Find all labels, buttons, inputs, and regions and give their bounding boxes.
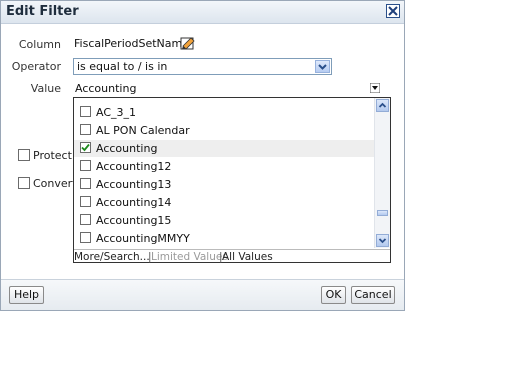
column-value: FiscalPeriodSetName bbox=[74, 37, 189, 50]
dialog-titlebar: Edit Filter bbox=[1, 1, 404, 24]
value-list-scrollbar[interactable] bbox=[374, 98, 390, 248]
list-item-selected[interactable]: Accounting bbox=[74, 140, 376, 157]
protect-label: Protect bbox=[33, 149, 72, 162]
item-checkbox[interactable] bbox=[80, 196, 91, 207]
value-list[interactable]: AC_3_1 AL PON Calendar Accounting Accoun… bbox=[74, 98, 376, 248]
scroll-down-button[interactable] bbox=[376, 234, 389, 247]
scroll-up-button[interactable] bbox=[376, 99, 389, 112]
item-checkbox[interactable] bbox=[80, 178, 91, 189]
list-item[interactable]: AL PON Calendar bbox=[74, 122, 376, 139]
cancel-button[interactable]: Cancel bbox=[351, 286, 395, 304]
list-item[interactable]: Accounting13 bbox=[74, 176, 376, 193]
item-checkbox-checked[interactable] bbox=[80, 142, 91, 153]
list-item[interactable]: Accounting12 bbox=[74, 158, 376, 175]
list-item[interactable]: AC_3_1 bbox=[74, 104, 376, 121]
list-item[interactable]: Accounting14 bbox=[74, 194, 376, 211]
dialog-button-bar: Help OK Cancel bbox=[1, 279, 404, 310]
item-checkbox[interactable] bbox=[80, 160, 91, 171]
close-icon bbox=[388, 6, 398, 16]
convert-label: Convert bbox=[33, 177, 77, 190]
value-label: Value bbox=[30, 82, 61, 95]
item-checkbox[interactable] bbox=[80, 232, 91, 243]
dialog-title: Edit Filter bbox=[6, 4, 79, 19]
item-label: Accounting13 bbox=[96, 178, 172, 191]
list-item[interactable]: AccountingMMYY bbox=[74, 230, 376, 247]
more-search-link[interactable]: More/Search... bbox=[74, 251, 150, 263]
edit-column-icon[interactable] bbox=[180, 36, 196, 50]
checkmark-icon bbox=[81, 143, 90, 152]
operator-select[interactable]: is equal to / is in bbox=[73, 58, 332, 75]
item-label: AL PON Calendar bbox=[96, 124, 190, 137]
item-checkbox[interactable] bbox=[80, 124, 91, 135]
item-label: Accounting14 bbox=[96, 196, 172, 209]
limited-values-link: Limited Values bbox=[151, 251, 228, 263]
list-item[interactable]: Accounting15 bbox=[74, 212, 376, 229]
all-values-link[interactable]: All Values bbox=[222, 251, 273, 263]
chevron-down-icon bbox=[318, 64, 327, 70]
value-field[interactable]: Accounting bbox=[73, 81, 382, 98]
value-dropdown-popup: AC_3_1 AL PON Calendar Accounting Accoun… bbox=[73, 97, 391, 263]
chevron-up-icon bbox=[378, 102, 387, 108]
column-label: Column bbox=[18, 38, 61, 51]
item-label: AC_3_1 bbox=[96, 106, 137, 119]
operator-value: is equal to / is in bbox=[77, 60, 168, 73]
item-label: Accounting12 bbox=[96, 160, 172, 173]
item-label: Accounting bbox=[96, 142, 158, 155]
value-text: Accounting bbox=[75, 82, 137, 95]
convert-checkbox[interactable] bbox=[18, 177, 30, 189]
scroll-thumb[interactable] bbox=[377, 210, 388, 216]
ok-button[interactable]: OK bbox=[321, 286, 346, 304]
item-checkbox[interactable] bbox=[80, 214, 91, 225]
close-button[interactable] bbox=[386, 4, 400, 18]
chevron-down-icon bbox=[378, 238, 387, 244]
item-label: Accounting15 bbox=[96, 214, 172, 227]
help-button[interactable]: Help bbox=[9, 286, 44, 304]
item-checkbox[interactable] bbox=[80, 106, 91, 117]
edit-filter-dialog: Edit Filter Column FiscalPeriodSetName O… bbox=[0, 0, 405, 311]
operator-label: Operator bbox=[11, 60, 61, 73]
operator-dropdown-arrow[interactable] bbox=[315, 60, 330, 73]
item-label: AccountingMMYY bbox=[96, 232, 190, 245]
dropdown-footer: More/Search... | Limited Values | All Va… bbox=[74, 249, 390, 263]
caret-down-icon[interactable] bbox=[370, 83, 380, 93]
protect-checkbox[interactable] bbox=[18, 149, 30, 161]
